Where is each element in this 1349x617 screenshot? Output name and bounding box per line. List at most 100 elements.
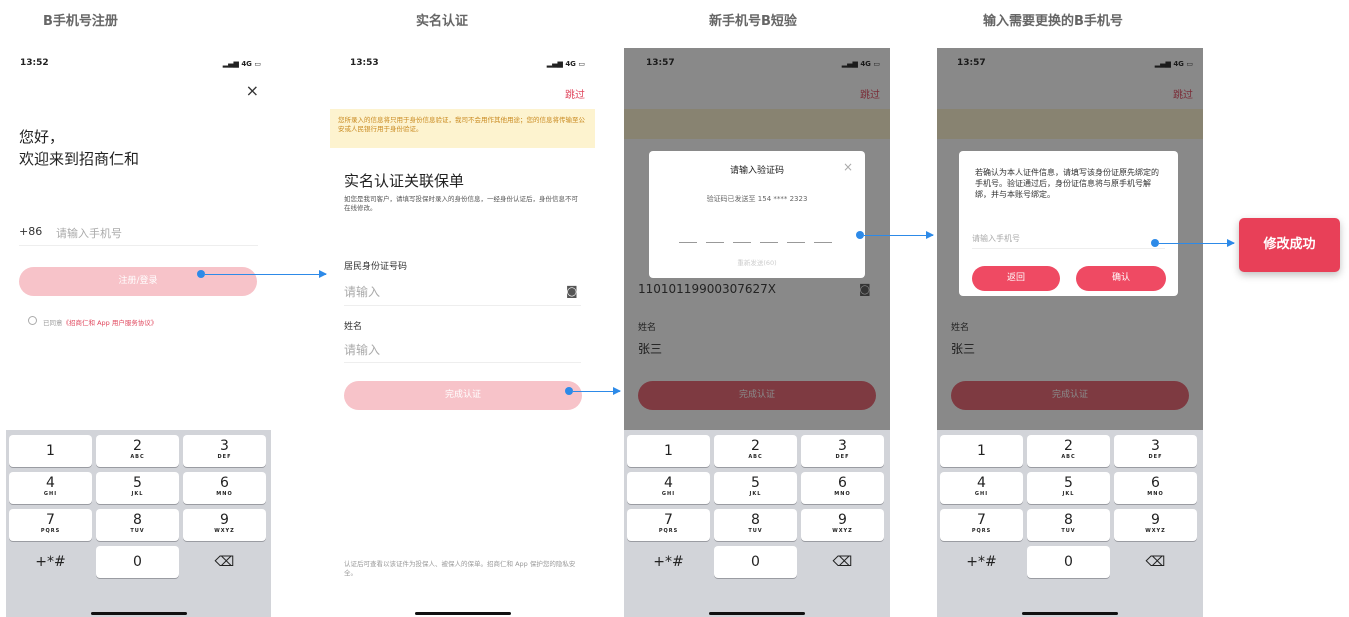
key-digit: 2 [1064, 438, 1073, 454]
key-8[interactable]: 8 TUV [96, 509, 179, 541]
key-digit: 7 [664, 512, 673, 528]
success-badge: 修改成功 [1239, 218, 1340, 272]
delete-key-icon[interactable]: ⌫ [1114, 546, 1197, 578]
phone-input[interactable]: 请输入手机号 [972, 233, 1020, 244]
key-9[interactable]: 9 WXYZ [183, 509, 266, 541]
key-5[interactable]: 5 JKL [96, 472, 179, 504]
key-digit: 9 [220, 512, 229, 528]
key-6[interactable]: 6 MNO [183, 472, 266, 504]
name-input[interactable]: 请输入 [344, 341, 380, 358]
key-1[interactable]: 1 [627, 435, 710, 467]
key-1[interactable]: 1 [9, 435, 92, 467]
key-symbols[interactable]: +*# [9, 546, 92, 578]
key-5[interactable]: 5 JKL [714, 472, 797, 504]
key-3[interactable]: 3 DEF [801, 435, 884, 467]
key-0[interactable]: 0 [96, 546, 179, 578]
key-4[interactable]: 4 GHI [627, 472, 710, 504]
key-digit: 5 [1064, 475, 1073, 491]
numeric-keyboard: 1 2 ABC 3 DEF 4 GHI 5 JKL 6 MNO 7 PQRS 8 TUV 9 WXYZ +*# 0 ⌫ [6, 430, 271, 617]
key-0-label: 0 [751, 554, 760, 570]
id-input[interactable]: 请输入 [344, 283, 380, 300]
key-6[interactable]: 6 MNO [801, 472, 884, 504]
close-icon[interactable]: × [843, 160, 853, 174]
key-8[interactable]: 8 TUV [714, 509, 797, 541]
key-symbols[interactable]: +*# [940, 546, 1023, 578]
delete-key-icon[interactable]: ⌫ [183, 546, 266, 578]
numeric-keyboard: 1 2 ABC 3 DEF 4 GHI 5 JKL 6 MNO 7 PQRS 8 TUV 9 WXYZ +*# 0 ⌫ [937, 430, 1203, 617]
home-indicator [415, 612, 511, 615]
key-7[interactable]: 7 PQRS [9, 509, 92, 541]
agree-checkbox[interactable] [28, 316, 37, 325]
camera-icon[interactable]: ◙ [566, 284, 578, 298]
key-letters: DEF [1148, 454, 1163, 460]
complete-verify-button[interactable]: 完成认证 [344, 381, 582, 410]
key-0[interactable]: 0 [714, 546, 797, 578]
key-2[interactable]: 2 ABC [1027, 435, 1110, 467]
key-8[interactable]: 8 TUV [1027, 509, 1110, 541]
register-login-button[interactable]: 注册/登录 [19, 267, 257, 296]
key-7[interactable]: 7 PQRS [627, 509, 710, 541]
key-4[interactable]: 4 GHI [940, 472, 1023, 504]
key-digit: 7 [977, 512, 986, 528]
key-1[interactable]: 1 [940, 435, 1023, 467]
signal-icon: ▂▄▆ 4G ▭ [222, 60, 261, 68]
key-letters: ABC [1061, 454, 1076, 460]
delete-key-icon[interactable]: ⌫ [801, 546, 884, 578]
key-letters: JKL [131, 491, 144, 497]
agreement-text: 已同意《招商仁和 App 用户服务协议》 [43, 317, 157, 327]
key-2[interactable]: 2 ABC [96, 435, 179, 467]
code-input[interactable] [679, 242, 837, 243]
key-symbols[interactable]: +*# [627, 546, 710, 578]
key-digit: 5 [751, 475, 760, 491]
divider [344, 305, 581, 306]
key-letters: WXYZ [1145, 528, 1166, 534]
key-0-label: 0 [133, 554, 142, 570]
key-6[interactable]: 6 MNO [1114, 472, 1197, 504]
sent-info: 验证码已发送至 154 **** 2323 [706, 195, 808, 203]
key-symbols-label: +*# [966, 554, 997, 570]
key-5[interactable]: 5 JKL [1027, 472, 1110, 504]
flow-arrow [205, 270, 327, 278]
country-code[interactable]: +86 [19, 225, 42, 238]
close-icon[interactable]: × [246, 81, 259, 100]
key-letters: ABC [130, 454, 145, 460]
key-digit: 8 [1064, 512, 1073, 528]
key-letters: DEF [835, 454, 850, 460]
key-digit: 3 [838, 438, 847, 454]
key-digit: 3 [1151, 438, 1160, 454]
key-9[interactable]: 9 WXYZ [801, 509, 884, 541]
key-4[interactable]: 4 GHI [9, 472, 92, 504]
key-letters: JKL [749, 491, 762, 497]
key-letters: JKL [1062, 491, 1075, 497]
key-letters: MNO [834, 491, 851, 497]
divider [344, 362, 581, 363]
confirm-phone-dialog: 若确认为本人证件信息，请填写该身份证原先绑定的手机号。验证通过后，身份证信息将与… [959, 151, 1178, 296]
key-digit: 2 [133, 438, 142, 454]
home-indicator [91, 612, 187, 615]
key-symbols-label: +*# [35, 554, 66, 570]
divider [19, 245, 258, 246]
key-3[interactable]: 3 DEF [1114, 435, 1197, 467]
agreement-link[interactable]: 《招商仁和 App 用户服务协议》 [63, 319, 158, 327]
key-0[interactable]: 0 [1027, 546, 1110, 578]
key-letters: WXYZ [214, 528, 235, 534]
status-time: 13:53 [350, 58, 379, 68]
key-letters: TUV [748, 528, 763, 534]
key-3[interactable]: 3 DEF [183, 435, 266, 467]
key-letters: GHI [43, 491, 58, 497]
key-9[interactable]: 9 WXYZ [1114, 509, 1197, 541]
flow-arrow [1159, 239, 1235, 247]
key-2[interactable]: 2 ABC [714, 435, 797, 467]
confirm-button[interactable]: 确认 [1076, 266, 1166, 291]
key-letters: WXYZ [832, 528, 853, 534]
resend-link[interactable]: 重新发送(60) [649, 257, 865, 267]
home-indicator [1022, 612, 1118, 615]
key-7[interactable]: 7 PQRS [940, 509, 1023, 541]
flow-dot [1151, 239, 1159, 247]
key-letters: GHI [974, 491, 989, 497]
skip-link[interactable]: 跳过 [565, 86, 585, 101]
flow-dot [856, 231, 864, 239]
back-button[interactable]: 返回 [972, 266, 1060, 291]
phone-input[interactable]: 请输入手机号 [56, 225, 122, 241]
agree-prefix: 已同意 [43, 319, 63, 327]
